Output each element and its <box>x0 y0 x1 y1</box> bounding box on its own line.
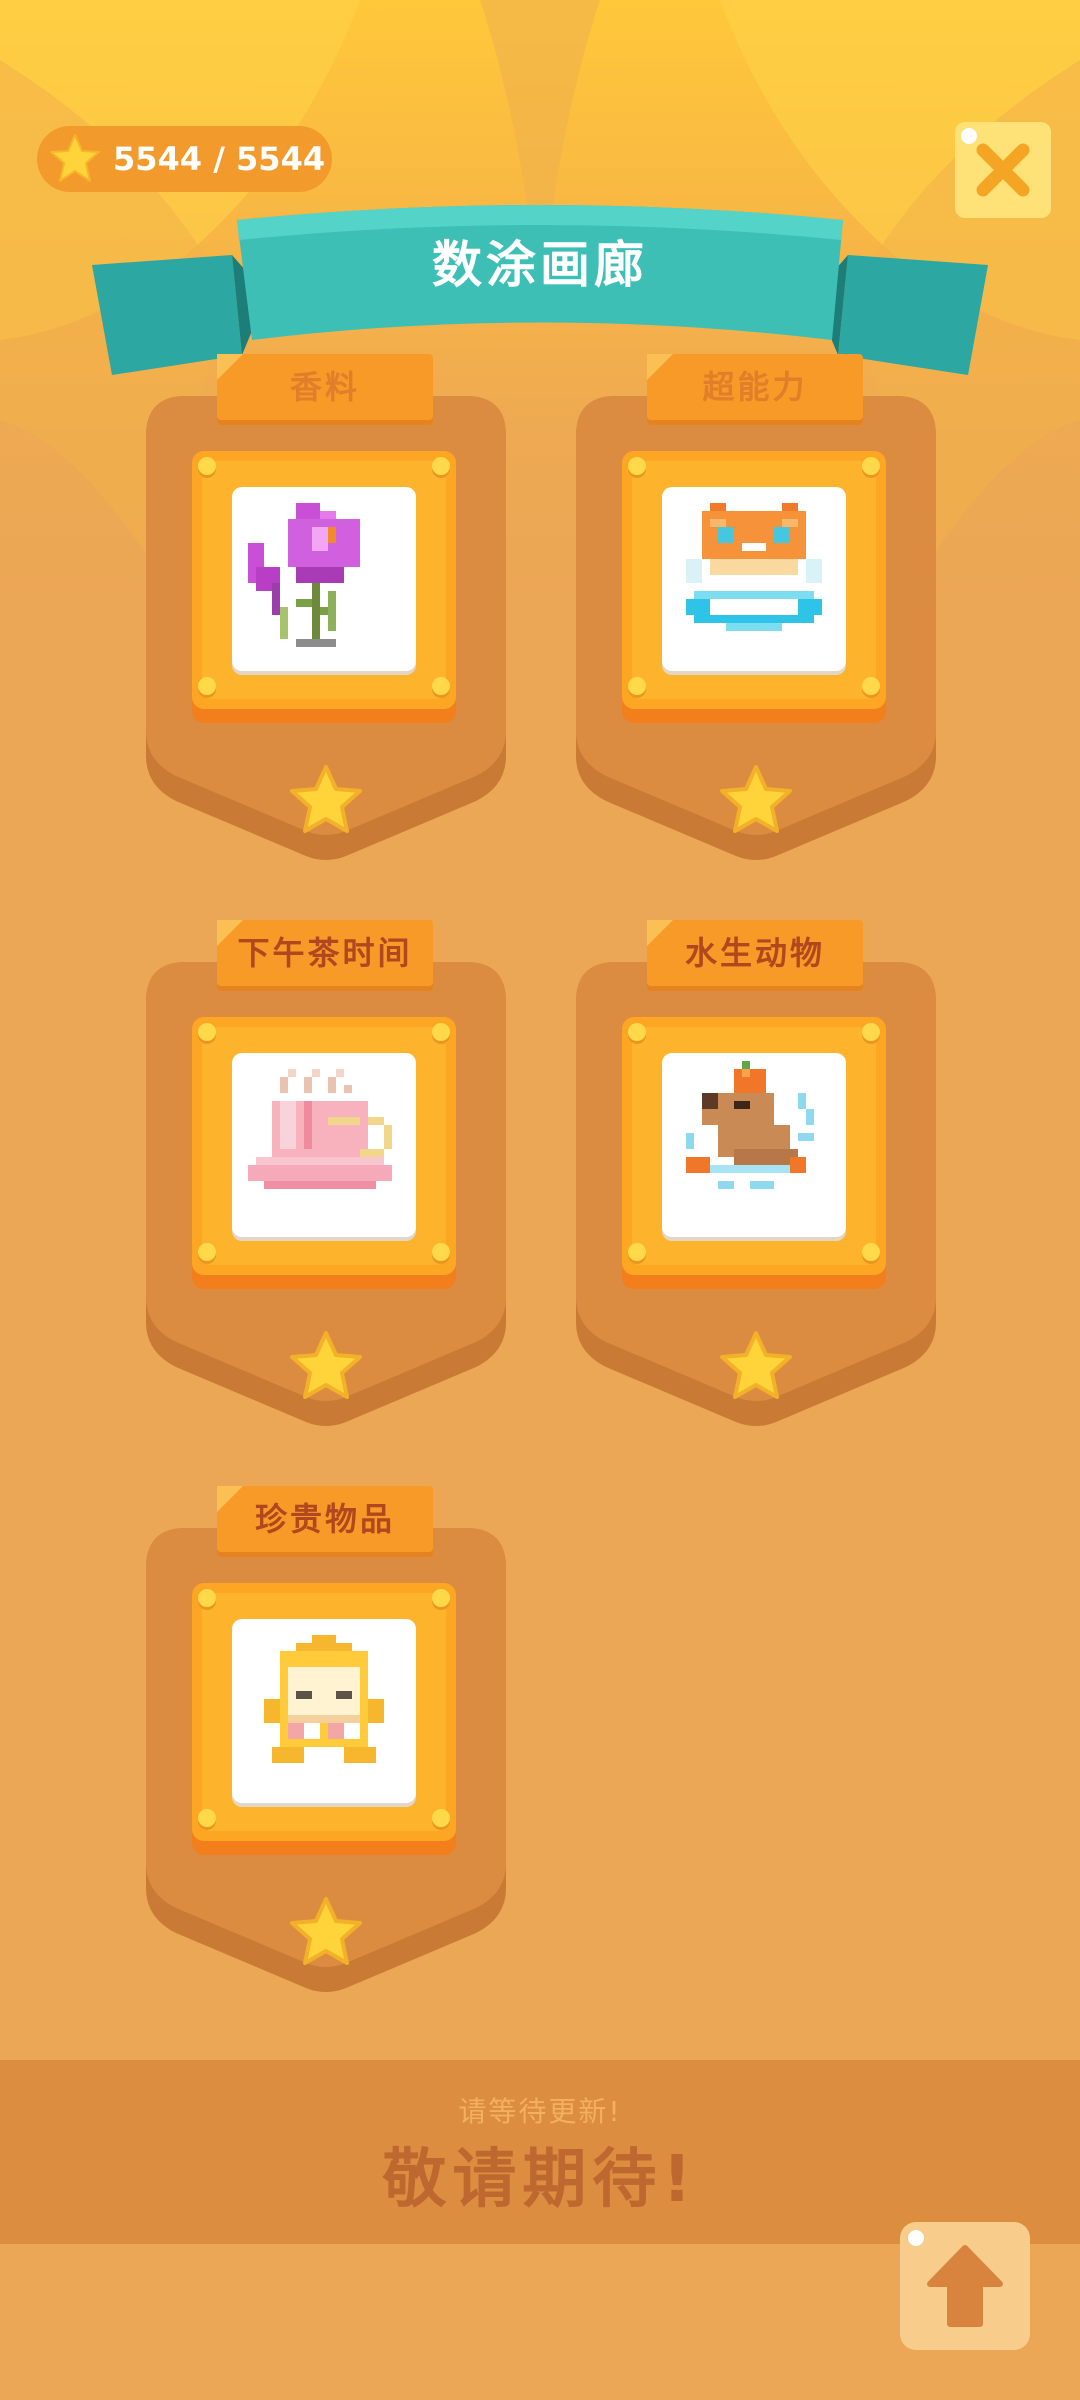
star-icon <box>290 1331 362 1399</box>
capybara-picture <box>662 1053 846 1237</box>
rivet <box>432 457 450 475</box>
close-icon <box>976 143 1030 197</box>
picture-frame <box>192 451 456 709</box>
star-icon <box>290 1897 362 1965</box>
rivet <box>862 457 880 475</box>
gallery-card-afternoon-tea[interactable]: 下午茶时间 <box>146 920 506 1432</box>
card-label: 超能力 <box>702 368 808 406</box>
rivet <box>862 1243 880 1261</box>
card-label-tab: 珍贵物品 <box>217 1486 433 1552</box>
rivet <box>198 1809 216 1827</box>
scroll-top-button[interactable] <box>900 2222 1030 2350</box>
rivet <box>432 1589 450 1607</box>
picture-frame <box>192 1017 456 1275</box>
notice-subtitle: 请等待更新! <box>458 2095 622 2128</box>
rivet <box>628 677 646 695</box>
card-label: 珍贵物品 <box>254 1500 395 1538</box>
rivet <box>628 1023 646 1041</box>
picture-frame <box>622 1017 886 1275</box>
card-label: 下午茶时间 <box>237 934 413 972</box>
rivet <box>432 1809 450 1827</box>
star-icon <box>290 765 362 833</box>
crocus-flower-picture <box>232 487 416 671</box>
gallery-card-spices[interactable]: 香料 <box>146 354 506 866</box>
card-label-tab: 超能力 <box>647 354 863 420</box>
rivet <box>198 457 216 475</box>
rivet <box>198 1023 216 1041</box>
rivet <box>432 1243 450 1261</box>
teacup-picture <box>232 1053 416 1237</box>
rivet <box>198 677 216 695</box>
page-title: 数涂画廊 <box>432 236 648 294</box>
shine-dot <box>961 128 977 144</box>
star-icon <box>720 1331 792 1399</box>
rivet <box>628 457 646 475</box>
rivet <box>198 1589 216 1607</box>
gallery-card-aquatic-animals[interactable]: 水生动物 <box>576 920 936 1432</box>
card-label-tab: 水生动物 <box>647 920 863 986</box>
star-icon <box>50 134 100 182</box>
gallery-card-treasures[interactable]: 珍贵物品 <box>146 1486 506 1998</box>
rivet <box>862 677 880 695</box>
rivet <box>628 1243 646 1261</box>
rivet <box>862 1023 880 1041</box>
card-label: 水生动物 <box>684 934 825 972</box>
gallery-card-superpower[interactable]: 超能力 <box>576 354 936 866</box>
notice-title: 敬请期待! <box>382 2143 698 2217</box>
cat-halo-picture <box>662 487 846 671</box>
card-label-tab: 香料 <box>217 354 433 420</box>
star-icon <box>720 765 792 833</box>
shine-dot <box>908 2230 924 2246</box>
rivet <box>432 1023 450 1041</box>
hooded-figure-picture <box>232 1619 416 1803</box>
card-label: 香料 <box>289 368 360 406</box>
star-counter: 5544 / 5544 <box>37 126 332 192</box>
rivet <box>432 677 450 695</box>
picture-frame <box>192 1583 456 1841</box>
picture-frame <box>622 451 886 709</box>
star-count: 5544 / 5544 <box>113 140 326 178</box>
card-label-tab: 下午茶时间 <box>217 920 433 986</box>
rivet <box>198 1243 216 1261</box>
